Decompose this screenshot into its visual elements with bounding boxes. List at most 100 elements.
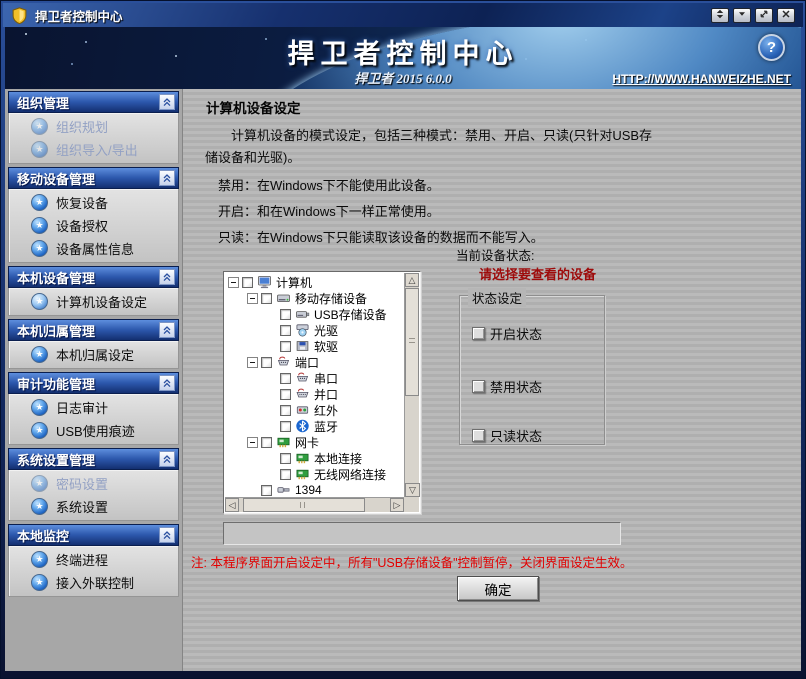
website-link[interactable]: HTTP://WWW.HANWEIZHE.NET: [612, 72, 791, 86]
sidebar-item[interactable]: ★系统设置: [9, 495, 178, 518]
collapse-button[interactable]: [159, 375, 175, 391]
status-checkbox[interactable]: [472, 327, 485, 340]
collapse-button[interactable]: [159, 451, 175, 467]
tree-item[interactable]: 光驱: [225, 322, 404, 338]
tree-item-checkbox[interactable]: [280, 453, 291, 464]
sidebar-item-label: 组织规划: [56, 117, 108, 136]
status-checkbox[interactable]: [472, 380, 485, 393]
current-device-status-label: 当前设备状态:: [456, 245, 534, 264]
expander-minus-icon[interactable]: [228, 277, 239, 288]
help-button[interactable]: ?: [758, 34, 785, 61]
sidebar-section-header[interactable]: 移动设备管理: [8, 167, 179, 189]
tree-item[interactable]: 无线网络连接: [225, 466, 404, 482]
select-device-hint: 请选择要查看的设备: [479, 264, 596, 283]
tree-item-checkbox[interactable]: [261, 485, 272, 496]
tree-item[interactable]: 本地连接: [225, 450, 404, 466]
tree-item-checkbox[interactable]: [261, 357, 272, 368]
tree-item-label: USB存储设备: [314, 306, 387, 323]
star-sphere-icon: ★: [31, 141, 48, 158]
tree-item[interactable]: 移动存储设备: [225, 290, 404, 306]
tree-item[interactable]: 蓝牙: [225, 418, 404, 434]
tree-item[interactable]: 红外: [225, 402, 404, 418]
scroll-down-button[interactable]: ▽: [405, 483, 420, 497]
sidebar-item[interactable]: ★恢复设备: [9, 191, 178, 214]
sidebar-section-header[interactable]: 本机设备管理: [8, 266, 179, 288]
port-icon: [276, 355, 291, 369]
tree-item[interactable]: 软驱: [225, 338, 404, 354]
minimize-button[interactable]: [733, 8, 751, 23]
scroll-right-button[interactable]: ▷: [390, 498, 404, 512]
vertical-scroll-thumb[interactable]: [405, 288, 419, 396]
tree-item-checkbox[interactable]: [242, 277, 253, 288]
ok-button[interactable]: 确定: [457, 576, 539, 601]
tree-item-checkbox[interactable]: [280, 309, 291, 320]
groupbox-title: 状态设定: [468, 288, 526, 307]
sidebar-item[interactable]: ★设备授权: [9, 214, 178, 237]
sidebar-item[interactable]: ★本机归属设定: [9, 343, 178, 366]
scroll-up-button[interactable]: △: [405, 273, 419, 287]
sidebar-section-header[interactable]: 本机归属管理: [8, 319, 179, 341]
expander-minus-icon[interactable]: [247, 357, 258, 368]
tree-item[interactable]: 端口: [225, 354, 404, 370]
collapse-button[interactable]: [159, 94, 175, 110]
window-title: 捍卫者控制中心: [35, 6, 123, 25]
expander-minus-icon[interactable]: [247, 293, 258, 304]
collapse-button[interactable]: [159, 269, 175, 285]
tree-item-checkbox[interactable]: [280, 389, 291, 400]
sidebar-item-label: 恢复设备: [56, 193, 108, 212]
sidebar-section-header[interactable]: 本地监控: [8, 524, 179, 546]
tree-vertical-scrollbar[interactable]: △ ▽: [404, 273, 419, 497]
star-sphere-icon: ★: [31, 217, 48, 234]
status-checkbox[interactable]: [472, 429, 485, 442]
scroll-left-button[interactable]: ◁: [225, 498, 239, 512]
device-path-input[interactable]: [223, 522, 621, 545]
tree-item[interactable]: 网卡: [225, 434, 404, 450]
close-button[interactable]: [777, 8, 795, 23]
sidebar-item[interactable]: ★接入外联控制: [9, 571, 178, 594]
sidebar-section-header[interactable]: 审计功能管理: [8, 372, 179, 394]
window-title-group: 捍卫者控制中心: [11, 6, 123, 25]
tree-item-checkbox[interactable]: [280, 325, 291, 336]
tree-item-checkbox[interactable]: [280, 405, 291, 416]
tree-item[interactable]: 并口: [225, 386, 404, 402]
chevron-up-icon: [162, 270, 172, 285]
sidebar-item[interactable]: ★设备属性信息: [9, 237, 178, 260]
tree-item[interactable]: 计算机: [225, 274, 404, 290]
sidebar-section-header[interactable]: 系统设置管理: [8, 448, 179, 470]
sidebar-item[interactable]: ★终端进程: [9, 548, 178, 571]
sidebar-section-header[interactable]: 组织管理: [8, 91, 179, 113]
collapse-button[interactable]: [159, 170, 175, 186]
sidebar-item[interactable]: ★ 组织规划: [9, 115, 178, 138]
shade-button[interactable]: [711, 8, 729, 23]
tree-item[interactable]: USB存储设备: [225, 306, 404, 322]
star-sphere-icon: ★: [31, 118, 48, 135]
header-banner: 捍卫者控制中心 捍卫者 2015 6.0.0 ? HTTP://WWW.HANW…: [5, 27, 801, 89]
collapse-button[interactable]: [159, 322, 175, 338]
sidebar-item[interactable]: ★USB使用痕迹: [9, 419, 178, 442]
collapse-button[interactable]: [159, 527, 175, 543]
close-icon: [781, 6, 791, 24]
cdrom-icon: [295, 323, 310, 337]
sidebar-section-panel: ★恢复设备★设备授权★设备属性信息: [8, 189, 179, 263]
sidebar-item[interactable]: ★日志审计: [9, 396, 178, 419]
star-sphere-icon: ★: [31, 551, 48, 568]
tree-item-checkbox[interactable]: [261, 293, 272, 304]
sidebar-item-label: 接入外联控制: [56, 573, 134, 592]
sidebar-section-title: 移动设备管理: [17, 169, 95, 188]
status-groupbox: 状态设定 开启状态禁用状态只读状态: [459, 295, 605, 445]
expander-minus-icon[interactable]: [247, 437, 258, 448]
tree-item-checkbox[interactable]: [280, 469, 291, 480]
tree-item-checkbox[interactable]: [280, 341, 291, 352]
restore-button[interactable]: [755, 8, 773, 23]
sidebar-item[interactable]: ★计算机设备设定: [9, 290, 178, 313]
scroll-up-icon: △: [409, 275, 416, 286]
tree-item-checkbox[interactable]: [280, 421, 291, 432]
horizontal-scroll-thumb[interactable]: [243, 498, 365, 512]
tree-item-checkbox[interactable]: [261, 437, 272, 448]
tree-item[interactable]: 串口: [225, 370, 404, 386]
tree-item[interactable]: 1394: [225, 482, 404, 497]
sidebar-item[interactable]: ★组织导入/导出: [9, 138, 178, 161]
sidebar-item[interactable]: ★密码设置: [9, 472, 178, 495]
tree-item-checkbox[interactable]: [280, 373, 291, 384]
tree-horizontal-scrollbar[interactable]: ◁ ▷: [225, 497, 404, 512]
